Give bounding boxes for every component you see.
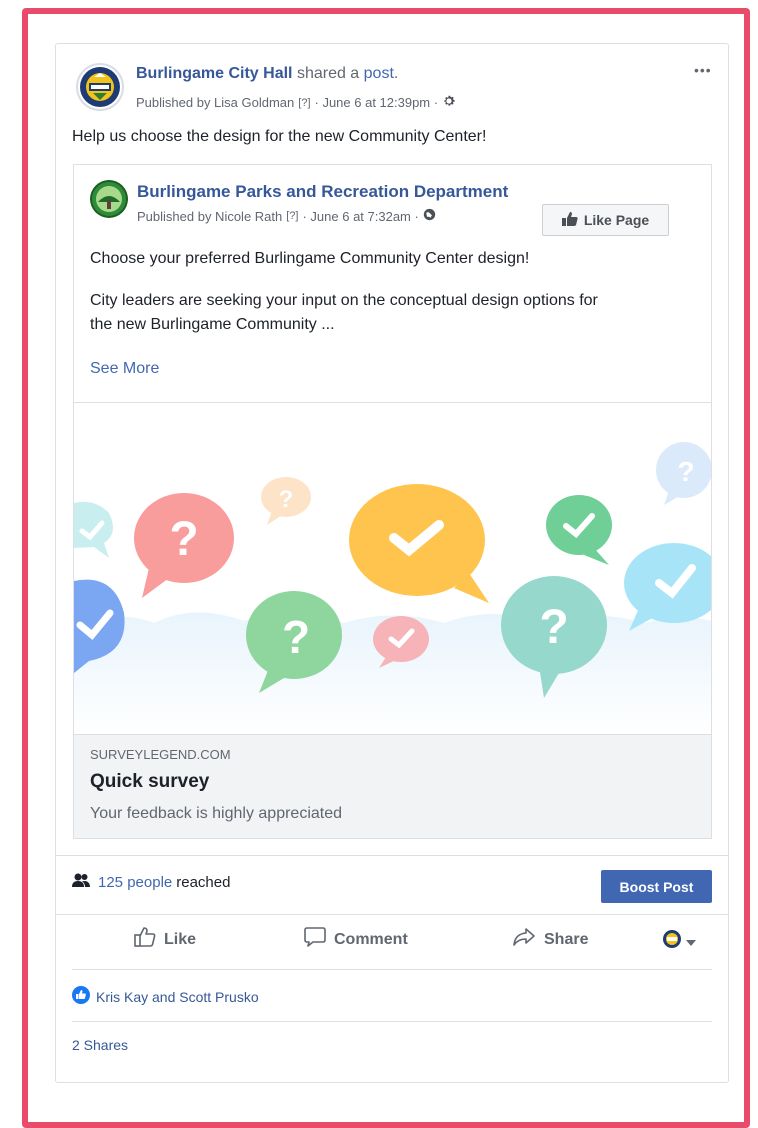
post-meta-line: Published by Lisa Goldman [?] · June 6 a… (136, 94, 456, 111)
shares-divider (72, 1021, 712, 1022)
post-message: Help us choose the design for the new Co… (72, 128, 487, 145)
more-options-button[interactable]: ••• (694, 62, 712, 78)
comment-icon (304, 927, 326, 952)
like-reaction-icon (72, 986, 90, 1007)
reach-divider-top (56, 855, 728, 856)
shared-published-by: Published by Nicole Rath (137, 208, 283, 224)
post-card: Burlingame City Hall shared a post. Publ… (55, 43, 729, 1083)
city-hall-avatar[interactable] (76, 63, 124, 111)
shared-post: Burlingame Parks and Recreation Departme… (73, 164, 712, 839)
shared-meta-line: Published by Nicole Rath [?] · June 6 at… (137, 208, 436, 224)
reach-divider-bottom (56, 914, 728, 915)
post-header-line: Burlingame City Hall shared a post. (136, 65, 398, 83)
cyan-check-bubble (624, 543, 711, 631)
shared-body-line-2: the new Burlingame Community ... (90, 316, 335, 333)
reach-count-link[interactable]: 125 people (98, 874, 172, 891)
link-title: Quick survey (90, 771, 210, 792)
chevron-down-icon (686, 933, 696, 951)
parks-name-link[interactable]: Burlingame Parks and Recreation Departme… (137, 182, 508, 202)
shared-body-line-1: City leaders are seeking your input on t… (90, 292, 598, 309)
share-label: Share (544, 930, 589, 948)
gear-icon[interactable] (442, 94, 456, 111)
reactions-divider (72, 969, 712, 970)
post-period: . (393, 65, 399, 82)
like-label: Like (164, 930, 197, 948)
post-date[interactable]: · June 6 at 12:39pm · (315, 95, 439, 110)
reach-line: 125 people reached (72, 873, 230, 891)
published-by: Published by Lisa Goldman (136, 95, 295, 110)
link-domain: SURVEYLEGEND.COM (90, 747, 231, 762)
comment-label: Comment (334, 930, 408, 948)
share-arrow-icon (512, 927, 536, 952)
shared-post-date[interactable]: · June 6 at 7:32am · (302, 209, 418, 224)
reactions-line[interactable]: Kris Kay and Scott Prusko (72, 986, 259, 1007)
comment-button[interactable]: Comment (304, 927, 408, 952)
see-more-link[interactable]: See More (90, 360, 159, 378)
help-marker[interactable]: [?] (298, 97, 310, 109)
thumbs-up-outline-icon (134, 927, 156, 952)
reach-suffix: reached (176, 873, 231, 891)
shares-count-link[interactable]: 2 Shares (72, 1037, 128, 1053)
survey-image[interactable]: ? ? ? ? ? (74, 402, 711, 735)
reaction-names[interactable]: Kris Kay and Scott Prusko (96, 989, 259, 1005)
like-button[interactable]: Like (134, 927, 196, 952)
share-button[interactable]: Share (512, 927, 588, 952)
svg-text:?: ? (539, 601, 568, 654)
shared-text: shared a (296, 65, 360, 82)
link-preview[interactable]: SURVEYLEGEND.COM Quick survey Your feedb… (74, 734, 711, 838)
thumbs-up-icon (561, 211, 578, 229)
like-page-label: Like Page (583, 212, 650, 228)
globe-icon (423, 208, 436, 224)
post-link[interactable]: post (364, 65, 394, 82)
link-description: Your feedback is highly appreciated (90, 805, 343, 822)
svg-text:?: ? (282, 611, 310, 663)
svg-text:?: ? (279, 486, 294, 513)
shared-help-marker[interactable]: [?] (286, 210, 298, 222)
shared-headline: Choose your preferred Burlingame Communi… (90, 250, 530, 267)
boost-post-button[interactable]: Boost Post (601, 870, 712, 903)
like-page-button[interactable]: Like Page (542, 204, 669, 236)
city-seal-icon (662, 929, 682, 954)
people-icon (72, 873, 90, 891)
svg-text:?: ? (169, 513, 198, 566)
parks-avatar[interactable] (90, 180, 128, 218)
post-as-selector[interactable] (662, 929, 696, 954)
city-hall-name-link[interactable]: Burlingame City Hall (136, 65, 292, 82)
svg-text:?: ? (677, 456, 694, 487)
